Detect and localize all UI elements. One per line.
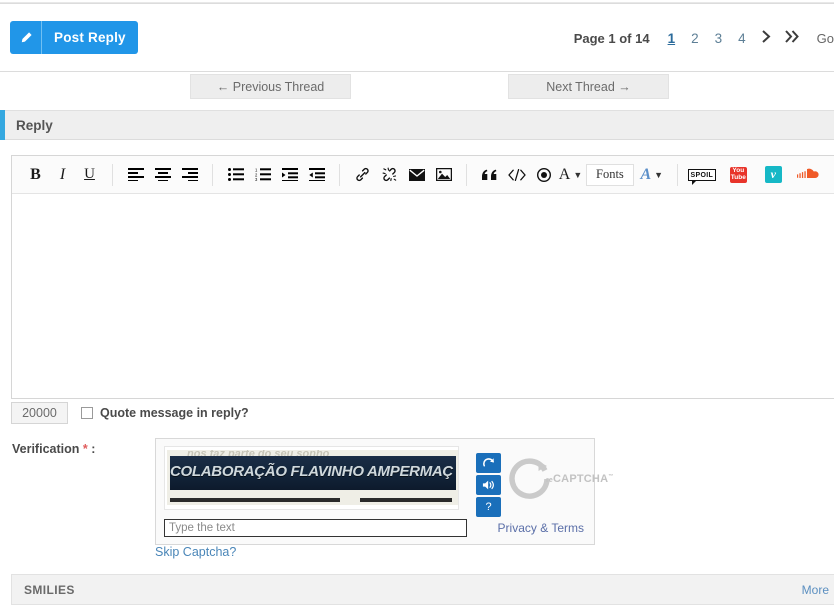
privacy-terms-link[interactable]: Privacy & Terms [498,521,584,535]
email-icon[interactable] [403,162,430,188]
vimeo-glyph: v [764,166,782,183]
chevron-down-icon: ▼ [654,169,664,180]
captcha-refresh-button[interactable] [476,453,501,473]
captcha-underline-right [360,498,452,502]
post-reply-button[interactable]: Post Reply [10,21,138,54]
pagination: Page 1 of 14 1 2 3 4 Go [574,30,834,46]
editor-footer-row: 20000 Quote message in reply? [11,402,249,424]
page-title: Reply [16,117,53,133]
quote-message-checkbox[interactable] [81,407,93,419]
reply-page: Post Reply Page 1 of 14 1 2 3 4 Go ← Pre… [0,0,834,605]
code-icon[interactable] [503,162,530,188]
top-action-bar: Post Reply Page 1 of 14 1 2 3 4 Go [0,3,834,72]
captcha-audio-button[interactable] [476,475,501,495]
pencil-icon [10,21,42,54]
fonts-label: Fonts [596,167,624,181]
captcha-help-button[interactable]: ? [476,497,501,517]
link-icon[interactable] [349,162,376,188]
recaptcha-prefix: re [546,477,554,484]
next-thread-button[interactable]: Next Thread → [508,74,669,99]
page-link-2[interactable]: 2 [683,31,707,46]
soundcloud-icon[interactable] [795,162,821,188]
youtube-glyph: You Tube [729,166,747,183]
fonts-dropdown[interactable]: Fonts [586,163,634,186]
toolbar-group-insert [349,162,457,188]
image-icon[interactable] [430,162,457,188]
next-page-icon[interactable] [754,30,778,46]
toolbar-group-embeds: SPOIL You Tube v [687,162,821,188]
italic-icon[interactable]: I [49,162,76,188]
captcha-controls: ? [476,453,501,519]
toolbar-divider [339,163,340,186]
captcha-input[interactable]: Type the text [164,519,467,537]
font-color-letter: A [558,165,571,183]
spoiler-badge-label: SPOIL [687,168,717,185]
captcha-challenge-text: COLABORAÇÃO FLAVINHO AMPERMAÇ [170,463,453,480]
quote-message-label: Quote message in reply? [100,406,249,420]
align-right-icon[interactable] [176,162,203,188]
unlink-icon[interactable] [376,162,403,188]
previous-thread-button[interactable]: ← Previous Thread [190,74,351,99]
recaptcha-word: CAPTCHA [553,473,609,485]
numbered-list-icon[interactable]: 1 2 3 [249,162,276,188]
svg-text:3: 3 [255,177,258,181]
vimeo-icon[interactable]: v [760,162,787,188]
align-left-icon[interactable] [122,162,149,188]
captcha-image: nos faz parte do seu sonho COLABORAÇÃO F… [167,450,458,505]
reply-panel-header: Reply [0,110,834,140]
goto-page-label[interactable]: Go [807,31,834,46]
quote-message-option[interactable]: Quote message in reply? [81,406,249,420]
page-link-4[interactable]: 4 [730,31,754,46]
toolbar-divider [112,163,113,186]
toolbar-group-alignment [122,162,203,188]
captcha-help-glyph: ? [485,501,492,513]
verification-text: Verification [12,442,80,456]
font-color-icon[interactable]: A ▼ [557,162,584,188]
toolbar-divider [676,163,678,186]
captcha-image-frame: nos faz parte do seu sonho COLABORAÇÃO F… [164,446,459,510]
reply-editor: B I U 1 2 3 A ▼ Fonts A ▼ SPOIL You Tube… [11,155,834,399]
editor-content-area[interactable] [12,194,834,398]
font-size-icon[interactable]: A ▼ [636,162,668,188]
smilies-title: SMILIES [24,582,75,597]
youtube-icon[interactable]: You Tube [725,162,752,188]
media-icon[interactable] [530,162,557,188]
smilies-panel: SMILIES More [11,574,834,605]
skip-captcha-link[interactable]: Skip Captcha? [155,545,236,559]
thread-navigation: ← Previous Thread Next Thread → [0,74,834,106]
toolbar-divider [212,163,213,186]
outdent-icon[interactable] [303,162,330,188]
toolbar-group-text-format: B I U [22,162,103,188]
bold-icon[interactable]: B [22,162,49,188]
align-center-icon[interactable] [149,162,176,188]
toolbar-group-blocks: A ▼ [476,162,584,188]
verification-label: Verification * : [12,442,95,456]
post-reply-label: Post Reply [54,30,126,45]
editor-toolbar: B I U 1 2 3 A ▼ Fonts A ▼ SPOIL You Tube… [12,156,834,194]
toolbar-group-lists: 1 2 3 [222,162,330,188]
page-link-1[interactable]: 1 [660,31,684,46]
indent-icon[interactable] [276,162,303,188]
recaptcha-logo: reCAPTCHA™ [508,457,613,501]
bullet-list-icon[interactable] [222,162,249,188]
required-marker: * [82,442,88,456]
chevron-down-icon: ▼ [573,169,583,180]
page-link-3[interactable]: 3 [707,31,731,46]
recaptcha-wordmark: reCAPTCHA™ [546,473,613,485]
toolbar-divider [466,163,467,186]
font-size-letter: A [640,165,652,183]
page-indicator: Page 1 of 14 [573,30,650,46]
recaptcha-tm: ™ [608,473,614,480]
character-counter: 20000 [11,402,68,424]
last-page-icon[interactable] [778,30,807,46]
smilies-more-link[interactable]: More [802,583,829,597]
captcha-underline-left [170,498,340,502]
underline-icon[interactable]: U [76,162,103,188]
verification-colon: : [91,442,96,456]
captcha-widget: nos faz parte do seu sonho COLABORAÇÃO F… [155,438,613,545]
spoiler-icon[interactable]: SPOIL [687,162,717,188]
quote-icon[interactable] [476,162,503,188]
